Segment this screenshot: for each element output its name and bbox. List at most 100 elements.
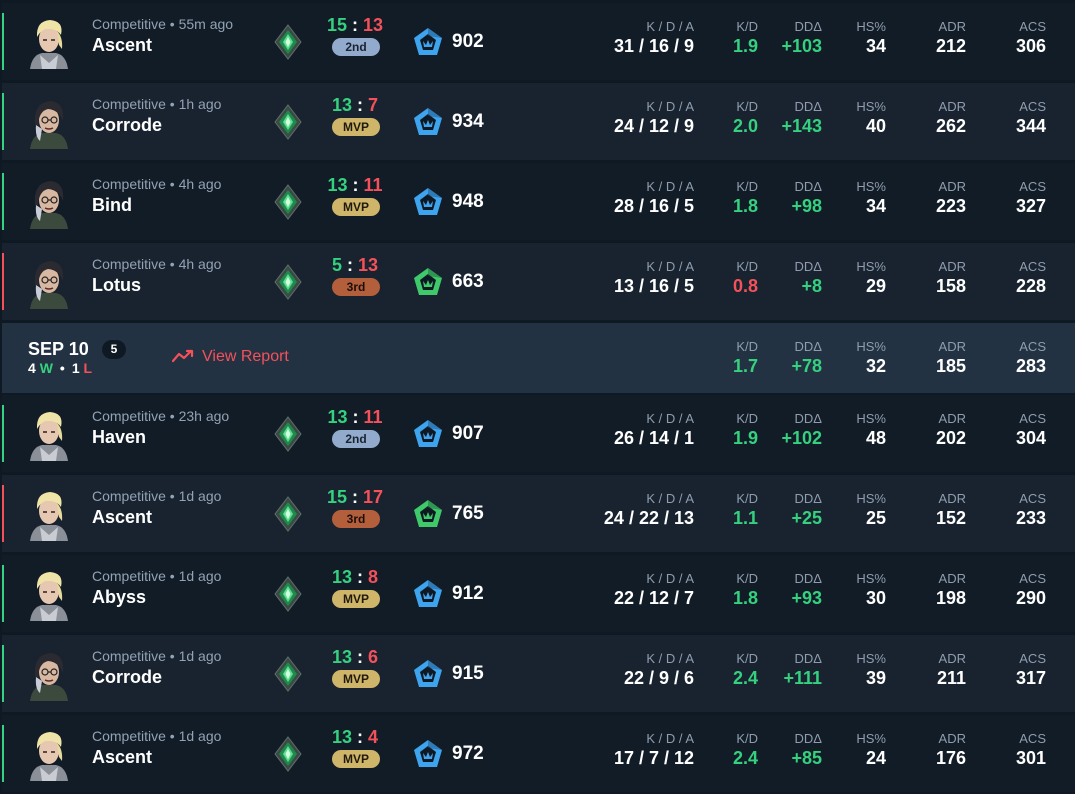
adr-value: 202 — [935, 428, 966, 448]
rank-emerald-icon — [272, 183, 304, 221]
adr-stat: ADR 212 — [902, 3, 966, 57]
agent-portrait — [26, 407, 72, 461]
placement-badge: MVP — [332, 118, 380, 136]
kd-stat: K/D 1.1 — [722, 475, 758, 529]
dd-stat: DDΔ +111 — [764, 635, 822, 689]
hs-stat: HS% 39 — [832, 635, 886, 689]
map-name: Ascent — [92, 747, 153, 767]
acs-label: ACS — [1019, 179, 1046, 194]
team-score: 13 — [331, 727, 352, 747]
kd-label: K/D — [736, 651, 758, 666]
rank-emerald-icon — [272, 655, 304, 693]
acs-value: 344 — [1015, 116, 1046, 136]
team-score: 15 — [326, 487, 347, 507]
match-row[interactable]: Competitive • 1d ago Abyss 13 : 8 MVP 91… — [2, 555, 1075, 632]
kda-label: K / D / A — [646, 651, 694, 666]
view-report-link[interactable]: View Report — [171, 348, 289, 366]
agent-portrait — [26, 255, 72, 309]
day-match-count-badge: 5 — [102, 340, 126, 359]
result-indicator — [2, 405, 4, 462]
match-row[interactable]: Competitive • 4h ago Bind 13 : 11 MVP 94… — [2, 163, 1075, 240]
adr-value: 212 — [935, 36, 966, 56]
map-name: Bind — [92, 195, 132, 215]
acs-label: ACS — [1019, 259, 1046, 274]
agent-portrait — [26, 15, 72, 69]
acs-label: ACS — [1019, 731, 1046, 746]
result-indicator — [2, 485, 4, 542]
kd-value: 1.1 — [732, 508, 758, 528]
score-separator: : — [352, 727, 368, 747]
adr-label: ADR — [938, 491, 966, 506]
acs-value: 228 — [1015, 276, 1046, 296]
kd-label: K/D — [736, 731, 758, 746]
hs-label: HS% — [856, 571, 886, 586]
hs-stat: HS% 34 — [832, 163, 886, 217]
kda-label: K / D / A — [646, 491, 694, 506]
day-hs-stat: HS% 32 — [832, 323, 886, 377]
match-row[interactable]: Competitive • 4h ago Lotus 5 : 13 3rd 66… — [2, 243, 1075, 320]
kd-stat: K/D 1.8 — [722, 163, 758, 217]
hs-value: 40 — [865, 116, 886, 136]
kd-value: 2.4 — [732, 668, 758, 688]
map-name: Haven — [92, 427, 147, 447]
match-meta: Competitive • 23h ago — [92, 408, 230, 424]
green-pentagon-icon — [412, 498, 444, 530]
adr-value: 185 — [935, 356, 966, 376]
dd-stat: DDΔ +103 — [764, 3, 822, 57]
map-name: Lotus — [92, 275, 141, 295]
blue-pentagon-icon — [412, 738, 444, 770]
blue-pentagon-icon — [412, 578, 444, 610]
kd-label: K/D — [736, 19, 758, 34]
result-indicator — [2, 93, 4, 150]
kd-label: K/D — [736, 339, 758, 354]
match-row[interactable]: Competitive • 1d ago Corrode 13 : 6 MVP … — [2, 635, 1075, 712]
blue-pentagon-icon — [412, 658, 444, 690]
match-row[interactable]: Competitive • 1d ago Ascent 15 : 17 3rd … — [2, 475, 1075, 552]
day-adr-stat: ADR 185 — [902, 323, 966, 377]
kd-label: K/D — [736, 411, 758, 426]
adr-value: 198 — [935, 588, 966, 608]
match-row[interactable]: Competitive • 1d ago Ascent 13 : 4 MVP 9… — [2, 715, 1075, 792]
match-row[interactable]: Competitive • 1h ago Corrode 13 : 7 MVP … — [2, 83, 1075, 160]
kda-value: 24 / 22 / 13 — [603, 508, 694, 528]
kda-value: 31 / 16 / 9 — [613, 36, 694, 56]
acs-stat: ACS 228 — [982, 243, 1046, 297]
team-score: 13 — [331, 95, 352, 115]
acs-stat: ACS 233 — [982, 475, 1046, 529]
match-meta: Competitive • 4h ago — [92, 176, 222, 192]
kda-value: 17 / 7 / 12 — [613, 748, 694, 768]
dd-label: DDΔ — [794, 99, 822, 114]
adr-stat: ADR 176 — [902, 715, 966, 769]
kda-label: K / D / A — [646, 411, 694, 426]
result-indicator — [2, 13, 4, 70]
sova-portrait-icon — [30, 20, 68, 69]
match-row[interactable]: Competitive • 23h ago Haven 13 : 11 2nd … — [2, 395, 1075, 472]
kda-label: K / D / A — [646, 179, 694, 194]
day-dd-stat: DDΔ +78 — [764, 323, 822, 377]
kda-value: 26 / 14 / 1 — [613, 428, 694, 448]
kda-stat: K / D / A 31 / 16 / 9 — [562, 3, 694, 57]
kda-stat: K / D / A 13 / 16 / 5 — [562, 243, 694, 297]
dd-value: +85 — [791, 748, 822, 768]
agent-portrait — [26, 487, 72, 541]
dd-stat: DDΔ +25 — [764, 475, 822, 529]
kda-label: K / D / A — [646, 99, 694, 114]
dd-label: DDΔ — [794, 571, 822, 586]
adr-stat: ADR 211 — [902, 635, 966, 689]
kd-value: 1.7 — [732, 356, 758, 376]
hs-label: HS% — [856, 19, 886, 34]
dd-stat: DDΔ +93 — [764, 555, 822, 609]
dd-value: +103 — [781, 36, 822, 56]
enemy-score: 7 — [368, 95, 379, 115]
match-meta: Competitive • 4h ago — [92, 256, 222, 272]
acs-value: 301 — [1015, 748, 1046, 768]
match-row[interactable]: Competitive • 55m ago Ascent 15 : 13 2nd… — [2, 3, 1075, 80]
result-indicator — [2, 173, 4, 230]
dd-stat: DDΔ +102 — [764, 395, 822, 449]
match-meta: Competitive • 1d ago — [92, 728, 222, 744]
acs-label: ACS — [1019, 339, 1046, 354]
dd-value: +111 — [783, 668, 822, 688]
kda-stat: K / D / A 24 / 22 / 13 — [562, 475, 694, 529]
dd-value: +25 — [791, 508, 822, 528]
hs-label: HS% — [856, 411, 886, 426]
